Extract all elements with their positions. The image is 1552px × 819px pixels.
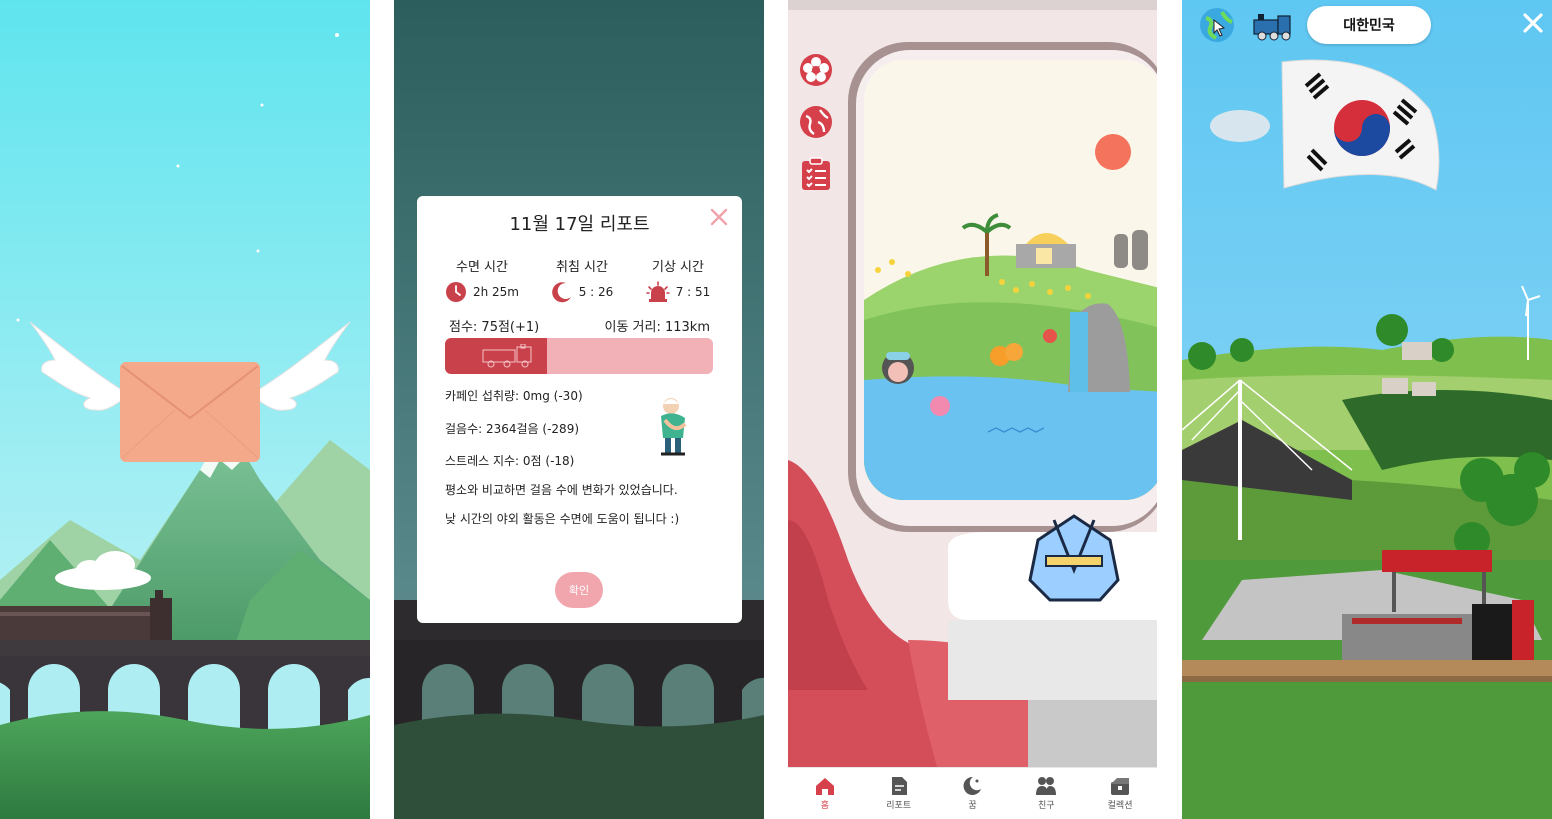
tab-report-label: 리포트 [886,801,912,811]
train-interior-scene [788,0,1157,819]
sleep-duration: 수면 시간 2h 25m [437,256,527,303]
home-screen: 홈 리포트 꿈 친구 컬렉션 [788,0,1157,819]
comment-line-1: 평소와 비교하면 걸음 수에 변화가 있었습니다. [445,483,678,497]
confirm-button[interactable]: 확인 [555,572,603,608]
train-icon [482,344,532,368]
bed-time-value: 5 : 26 [578,285,614,299]
country-name-text: 대한민국 [1343,18,1395,34]
home-icon [815,778,834,795]
score-progress-bar [445,338,713,374]
tab-collection-label: 컬렉션 [1107,801,1133,811]
tab-dream-label: 꿈 [968,801,977,811]
bed-time-label: 취침 시간 [556,260,608,275]
tab-dream[interactable]: 꿈 [936,768,1010,819]
stress-text: 스트레스 지수: 0점 (-18) [445,454,575,468]
collection-icon [1111,778,1130,795]
steps-text: 걸음수: 2364걸음 (-289) [445,422,580,436]
close-icon[interactable] [1522,12,1544,34]
tab-home-label: 홈 [820,801,830,811]
letter-screen [0,0,370,819]
bed-time: 취침 시간 5 : 26 [537,256,627,303]
letter-scene [0,0,370,819]
tab-collection[interactable]: 컬렉션 [1083,768,1157,819]
country-screen: 대한민국 [1182,0,1552,819]
globe-icon[interactable] [798,104,834,140]
tab-home[interactable]: 홈 [788,768,862,819]
friends-icon [1036,777,1057,795]
report-title: 11월 17일 리포트 [509,214,650,235]
score-text: 점수: 75점(+1) [449,320,540,335]
sleep-duration-value: 2h 25m [472,285,519,299]
report-screen: 11월 17일 리포트 수면 시간 2h 25m 취침 시간 5 : 26 기상… [394,0,764,819]
character-illustration [661,398,687,456]
bottom-nav: 홈 리포트 꿈 친구 컬렉션 [788,767,1157,819]
wake-time-label: 기상 시간 [652,260,704,275]
moon-icon [551,282,571,303]
close-icon[interactable] [708,206,730,228]
clock-icon [445,282,466,302]
checklist-icon[interactable] [798,156,834,192]
flower-icon[interactable] [798,52,834,88]
country-name-badge: 대한민국 [1307,6,1431,44]
tab-report[interactable]: 리포트 [862,768,936,819]
tab-friends-label: 친구 [1038,801,1055,811]
country-3d-scene [1182,0,1552,819]
sleep-duration-label: 수면 시간 [456,260,508,275]
train-map-icon[interactable] [1252,12,1296,42]
dream-icon [964,776,982,795]
tab-friends[interactable]: 친구 [1009,768,1083,819]
report-icon [891,777,907,795]
comment-line-2: 낮 시간의 야외 활동은 수면에 도움이 됩니다 :) [445,512,680,526]
caffeine-text: 카페인 섭취량: 0mg (-30) [445,389,583,403]
alarm-icon [645,281,670,302]
report-modal: 11월 17일 리포트 수면 시간 2h 25m 취침 시간 5 : 26 기상… [417,196,742,623]
wake-time-value: 7 : 51 [675,285,711,299]
wake-time: 기상 시간 7 : 51 [633,256,723,303]
globe-cursor-icon[interactable] [1198,6,1236,44]
distance-text: 이동 거리: 113km [604,320,711,335]
